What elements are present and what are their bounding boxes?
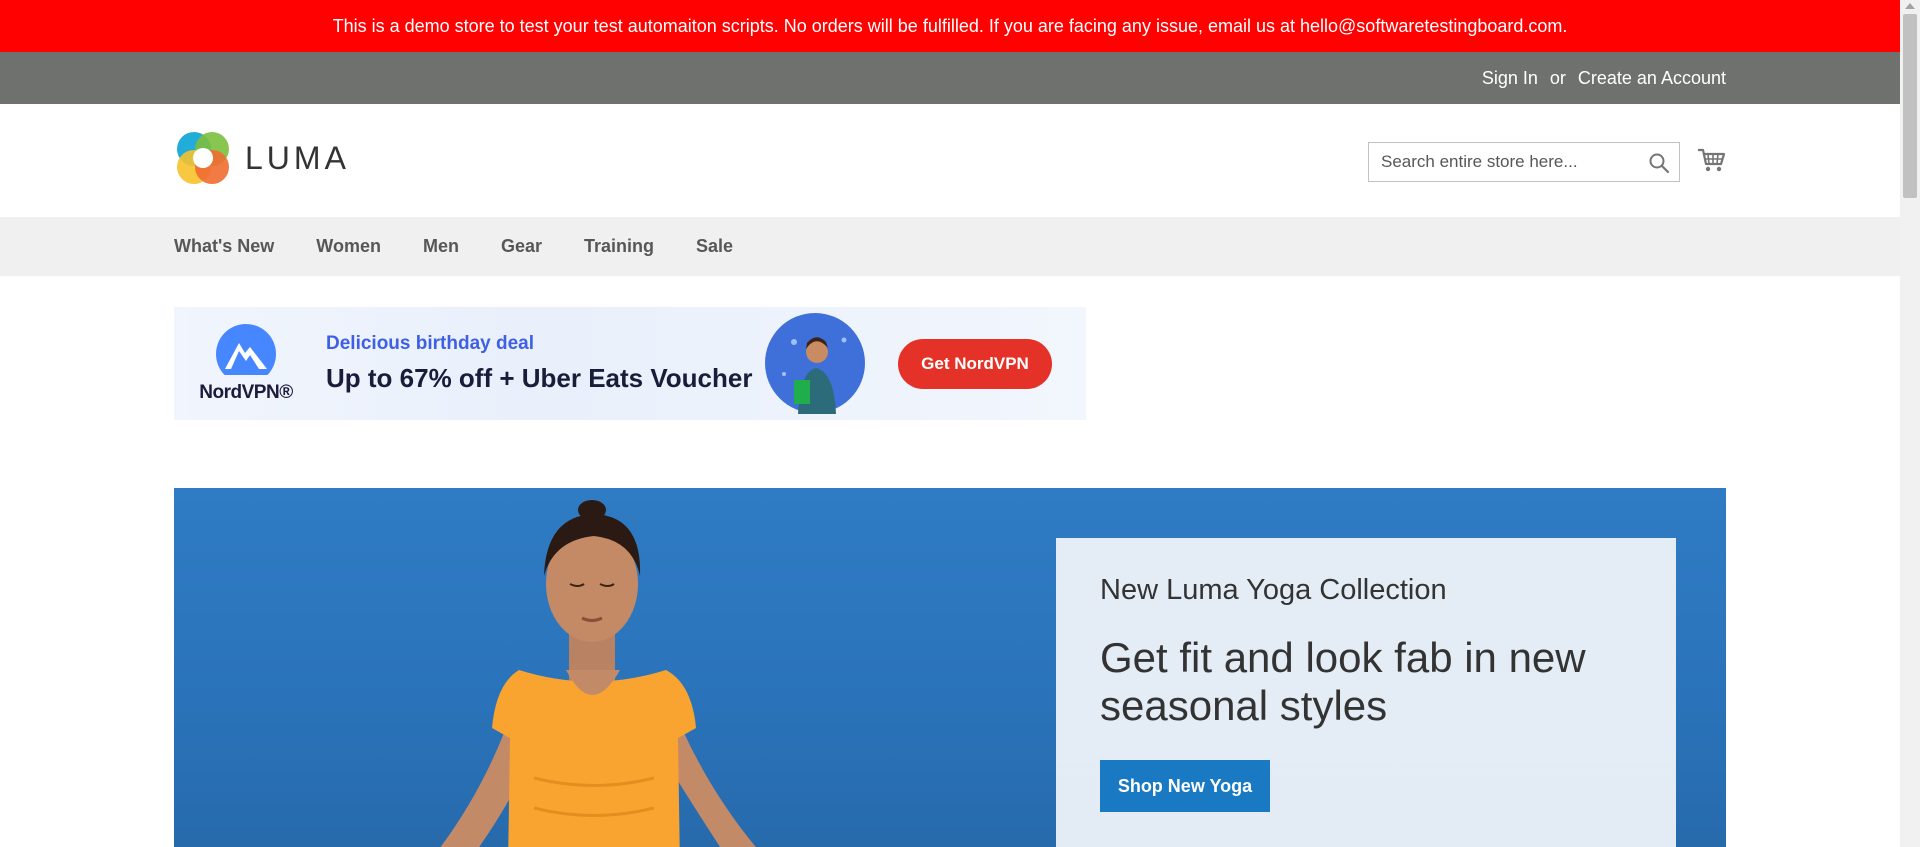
or-separator: or [1549, 67, 1566, 88]
hero-content-panel: New Luma Yoga Collection Get fit and loo… [1056, 538, 1676, 847]
nav-item-sale[interactable]: Sale [696, 236, 733, 257]
scroll-up-arrow-icon[interactable] [1905, 3, 1915, 9]
main-navigation: What's New Women Men Gear Training Sale [0, 217, 1900, 276]
nordvpn-logo: NordVPN® [198, 323, 294, 404]
scrollbar-thumb[interactable] [1903, 14, 1917, 198]
nordvpn-mountain-icon [216, 324, 276, 384]
logo-link[interactable]: LUMA [175, 130, 350, 186]
shop-new-yoga-button[interactable]: Shop New Yoga [1100, 760, 1270, 812]
ad-title: Up to 67% off + Uber Eats Voucher [326, 363, 753, 393]
nav-item-gear[interactable]: Gear [501, 236, 542, 257]
nordvpn-brand-text: NordVPN® [199, 382, 293, 403]
ad-person-image [765, 313, 865, 414]
page-scrollbar[interactable] [1900, 0, 1920, 847]
nav-item-women[interactable]: Women [316, 236, 381, 257]
ad-subtitle: Delicious birthday deal [326, 333, 534, 354]
search-icon[interactable] [1647, 151, 1671, 175]
hero-title: Get fit and look fab in new seasonal sty… [1100, 634, 1586, 729]
create-account-link[interactable]: Create an Account [1578, 68, 1726, 89]
cart-icon[interactable] [1696, 144, 1728, 176]
sign-in-link[interactable]: Sign In [1482, 68, 1538, 89]
hero-kicker: New Luma Yoga Collection [1100, 574, 1447, 606]
demo-notice-bar: This is a demo store to test your test a… [0, 0, 1900, 52]
header-links-bar: Sign In or Create an Account [0, 52, 1900, 104]
search-input[interactable] [1369, 143, 1639, 181]
nav-menu: What's New Women Men Gear Training Sale [174, 217, 775, 276]
demo-notice-text: This is a demo store to test your test a… [332, 15, 1568, 36]
page: This is a demo store to test your test a… [0, 0, 1900, 847]
nav-item-whats-new[interactable]: What's New [174, 236, 274, 257]
logo-text: LUMA [245, 139, 350, 176]
nav-item-training[interactable]: Training [584, 236, 654, 257]
luma-logo-icon [177, 132, 229, 184]
header-links: Sign In or Create an Account [1482, 52, 1726, 104]
yoga-model-image [440, 500, 756, 847]
nordvpn-ad-banner[interactable]: NordVPN® Delicious birthday deal Up to 6… [174, 307, 1086, 420]
search-box [1368, 142, 1680, 182]
get-nordvpn-button[interactable]: Get NordVPN [898, 339, 1052, 389]
hero-banner[interactable]: New Luma Yoga Collection Get fit and loo… [174, 488, 1726, 847]
nav-item-men[interactable]: Men [423, 236, 459, 257]
site-header: LUMA [0, 104, 1900, 217]
